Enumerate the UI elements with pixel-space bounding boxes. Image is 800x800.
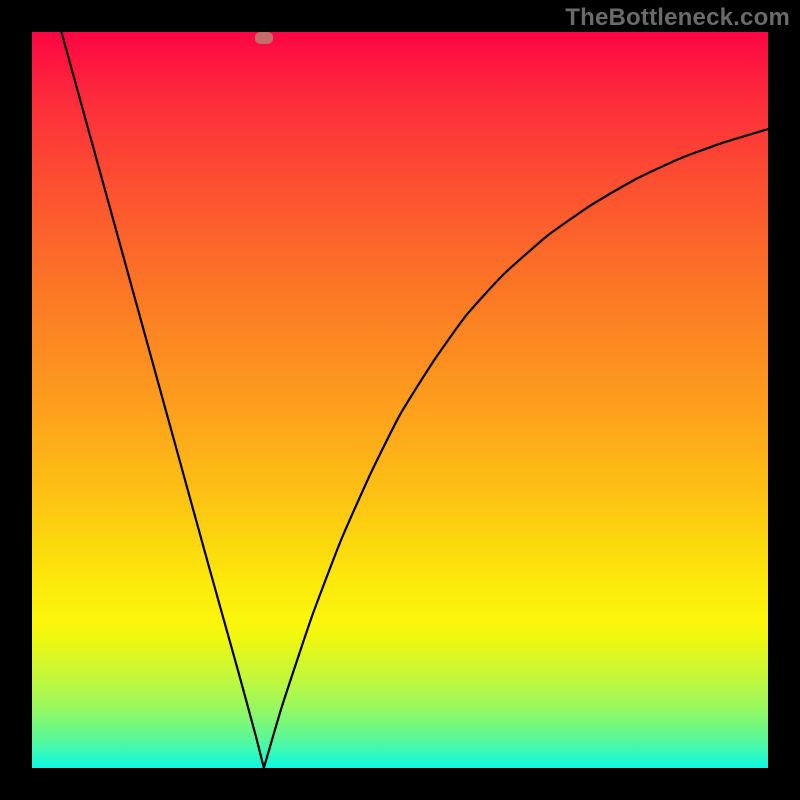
curve-left-branch <box>61 32 263 768</box>
curve-layer <box>32 32 768 768</box>
chart-container: TheBottleneck.com <box>0 0 800 800</box>
watermark-label: TheBottleneck.com <box>565 4 790 32</box>
curve-right-branch <box>264 129 768 768</box>
